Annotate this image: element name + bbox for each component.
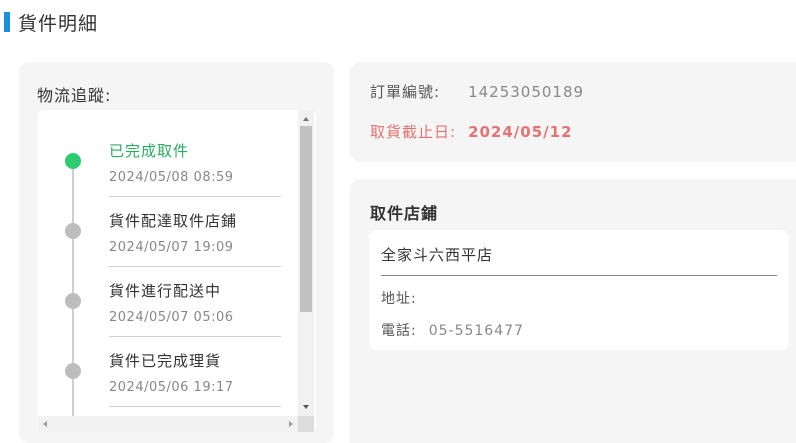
timeline-event-time: 2024/05/06 19:17 xyxy=(109,380,234,395)
page-title: 貨件明細 xyxy=(18,12,99,35)
section-header: 貨件明細 xyxy=(0,8,98,36)
timeline-item: 貨件已完成理貨 2024/05/06 19:17 xyxy=(38,344,298,414)
timeline-item: 貨件進行配送中 2024/05/07 05:06 xyxy=(38,274,298,344)
store-phone-row: 電話: 05-5516477 xyxy=(381,320,524,340)
store-divider xyxy=(381,275,777,276)
store-address-row: 地址: xyxy=(381,288,429,308)
order-number-value: 14253050189 xyxy=(468,83,585,101)
timeline-event-title: 貨件已完成理貨 xyxy=(109,352,222,370)
timeline-item: 貨件配達取件店鋪 2024/05/07 19:09 xyxy=(38,204,298,274)
scrollbar-corner xyxy=(298,416,314,432)
horizontal-scrollbar[interactable] xyxy=(38,416,298,432)
store-phone-label: 電話: xyxy=(381,323,417,339)
scroll-down-arrow-icon[interactable] xyxy=(303,405,309,409)
timeline-scroll-area[interactable]: 已完成取件 2024/05/08 08:59 貨件配達取件店鋪 2024/05/… xyxy=(38,110,316,432)
timeline-divider xyxy=(109,406,281,407)
store-details: 全家斗六西平店 地址: 電話: 05-5516477 xyxy=(369,230,789,350)
store-address-label: 地址: xyxy=(381,291,417,307)
timeline-dot-active xyxy=(65,153,81,169)
scroll-up-arrow-icon[interactable] xyxy=(303,117,309,121)
scroll-right-arrow-icon[interactable] xyxy=(289,421,293,427)
timeline-divider xyxy=(109,196,281,197)
vertical-scrollbar[interactable] xyxy=(298,110,314,416)
timeline-divider xyxy=(109,266,281,267)
order-number-label: 訂單編號: xyxy=(370,83,441,101)
timeline-event-time: 2024/05/07 05:06 xyxy=(109,310,234,325)
timeline-event-title: 貨件進行配送中 xyxy=(109,282,222,300)
pickup-deadline-row: 取貨截止日: 2024/05/12 xyxy=(370,121,573,142)
pickup-store-card: 取件店鋪 全家斗六西平店 地址: 電話: 05-5516477 xyxy=(350,179,796,443)
store-name: 全家斗六西平店 xyxy=(381,246,494,264)
pickup-store-label: 取件店鋪 xyxy=(370,204,439,223)
header-accent-bar xyxy=(4,12,10,32)
timeline-dot xyxy=(65,293,81,309)
vertical-scroll-thumb[interactable] xyxy=(300,126,312,312)
logistics-label: 物流追蹤: xyxy=(37,86,112,105)
order-info-card: 訂單編號: 14253050189 取貨截止日: 2024/05/12 xyxy=(350,62,796,162)
pickup-deadline-label: 取貨截止日: xyxy=(370,123,457,141)
timeline-dot xyxy=(65,363,81,379)
timeline-event-title: 已完成取件 xyxy=(109,142,190,160)
pickup-deadline-value: 2024/05/12 xyxy=(468,123,573,141)
shipment-detail-page: 貨件明細 物流追蹤: 已完成取件 2024/05/08 08:59 貨件配達取件… xyxy=(0,0,796,443)
order-number-row: 訂單編號: 14253050189 xyxy=(370,81,584,102)
timeline-event-title: 貨件配達取件店鋪 xyxy=(109,212,238,230)
logistics-card: 物流追蹤: 已完成取件 2024/05/08 08:59 貨件配達取件店鋪 20… xyxy=(19,62,334,443)
store-phone-value: 05-5516477 xyxy=(428,323,524,339)
timeline-divider xyxy=(109,336,281,337)
timeline-event-time: 2024/05/08 08:59 xyxy=(109,170,234,185)
timeline-dot xyxy=(65,223,81,239)
scroll-left-arrow-icon[interactable] xyxy=(43,421,47,427)
timeline-event-time: 2024/05/07 19:09 xyxy=(109,240,234,255)
timeline-item: 已完成取件 2024/05/08 08:59 xyxy=(38,134,298,204)
